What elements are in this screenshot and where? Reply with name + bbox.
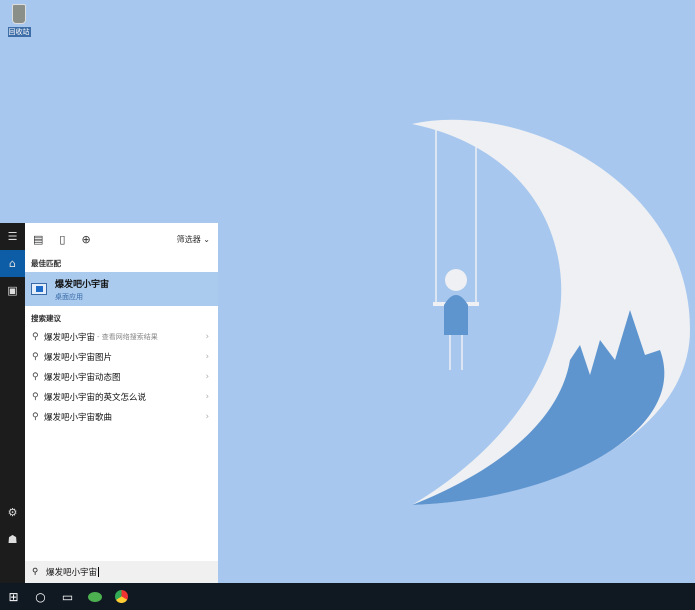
taskbar: ⊞ ○ ▭ <box>0 583 695 610</box>
best-match-title: 爆发吧小宇宙 <box>55 279 110 290</box>
best-match-item[interactable]: 爆发吧小宇宙 桌面应用 <box>25 272 218 306</box>
search-icon: ⚲ <box>32 392 39 402</box>
filter-dropdown[interactable]: 筛选器 ⌄ <box>177 234 210 245</box>
task-view-icon[interactable]: ▭ <box>54 583 81 610</box>
search-icon: ⚲ <box>32 567 39 577</box>
hamburger-icon[interactable]: ☰ <box>0 223 25 250</box>
windows-start-icon[interactable]: ⊞ <box>0 583 27 610</box>
chevron-right-icon[interactable]: › <box>206 392 209 402</box>
web-filter-icon[interactable]: ⊕ <box>81 233 90 246</box>
search-icon: ⚲ <box>32 372 39 382</box>
documents-filter-icon[interactable]: ▯ <box>59 233 65 246</box>
chevron-right-icon[interactable]: › <box>206 412 209 422</box>
suggestion-text: 爆发吧小宇宙的英文怎么说 <box>44 393 147 403</box>
suggestions-heading: 搜索建议 <box>31 314 61 323</box>
chevron-right-icon[interactable]: › <box>206 332 209 342</box>
recycle-bin-icon <box>12 4 26 24</box>
cortana-icon[interactable]: ○ <box>27 583 54 610</box>
suggestion-item[interactable]: ⚲ 爆发吧小宇宙图片 › <box>25 347 218 367</box>
suggestion-text: 爆发吧小宇宙歌曲 <box>44 413 113 423</box>
best-match-heading: 最佳匹配 <box>31 259 61 268</box>
search-input[interactable]: ⚲ 爆发吧小宇宙 <box>25 561 218 583</box>
search-icon: ⚲ <box>32 352 39 362</box>
start-rail: ☰ ⌂ ▣ ⚙ ☗ <box>0 223 25 583</box>
search-icon: ⚲ <box>32 412 39 422</box>
suggestion-item[interactable]: ⚲ 爆发吧小宇宙动态图 › <box>25 367 218 387</box>
search-panel: ▤ ▯ ⊕ 筛选器 ⌄ 最佳匹配 爆发吧小宇宙 桌面应用 搜索建议 ⚲ 爆发吧小宇… <box>25 223 218 583</box>
apps-filter-icon[interactable]: ▤ <box>33 233 43 246</box>
wechat-icon[interactable] <box>81 583 108 610</box>
chrome-icon[interactable] <box>108 583 135 610</box>
suggestion-text: 爆发吧小宇宙动态图 <box>44 373 121 383</box>
feedback-icon[interactable]: ☗ <box>0 526 25 553</box>
suggestion-subtext: - 查看网络搜索结果 <box>97 333 158 341</box>
app-icon <box>31 283 47 295</box>
suggestion-item[interactable]: ⚲ 爆发吧小宇宙歌曲 › <box>25 407 218 427</box>
suggestion-item[interactable]: ⚲ 爆发吧小宇宙 - 查看网络搜索结果 › <box>25 327 218 347</box>
chevron-right-icon[interactable]: › <box>206 372 209 382</box>
search-icon: ⚲ <box>32 332 39 342</box>
home-icon[interactable]: ⌂ <box>0 250 25 277</box>
gear-icon[interactable]: ⚙ <box>0 499 25 526</box>
text-caret <box>98 567 100 577</box>
chevron-right-icon[interactable]: › <box>206 352 209 362</box>
suggestion-text: 爆发吧小宇宙图片 <box>44 353 113 363</box>
suggestion-text: 爆发吧小宇宙 <box>44 333 96 343</box>
suggestion-item[interactable]: ⚲ 爆发吧小宇宙的英文怎么说 › <box>25 387 218 407</box>
notebook-icon[interactable]: ▣ <box>0 277 25 304</box>
best-match-subtitle: 桌面应用 <box>55 292 83 301</box>
recycle-bin[interactable]: 回收站 <box>4 4 34 37</box>
